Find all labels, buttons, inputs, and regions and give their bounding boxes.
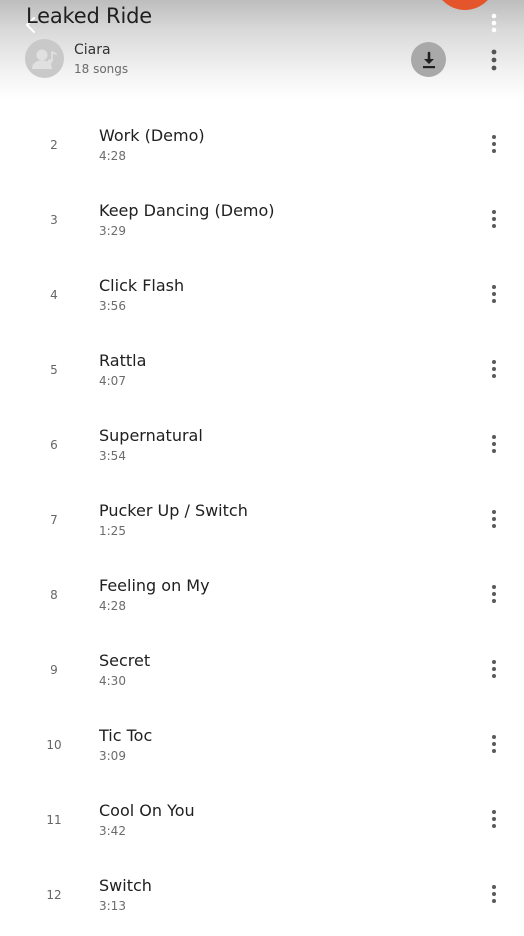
track-menu-button[interactable] bbox=[482, 804, 506, 834]
play-fab[interactable] bbox=[434, 0, 496, 10]
more-vert-icon bbox=[492, 885, 496, 903]
track-list: 2 Work (Demo) 4:28 3 Keep Dancing (Demo)… bbox=[0, 106, 524, 931]
track-row[interactable]: 12 Switch 3:13 bbox=[0, 856, 524, 931]
track-row[interactable]: 3 Keep Dancing (Demo) 3:29 bbox=[0, 181, 524, 256]
album-screen: Leaked Ride Ciara 18 songs 2 Work (Demo)… bbox=[0, 0, 524, 936]
track-row[interactable]: 11 Cool On You 3:42 bbox=[0, 781, 524, 856]
more-vert-icon[interactable] bbox=[488, 12, 500, 34]
album-title: Leaked Ride bbox=[26, 4, 152, 28]
track-duration: 3:13 bbox=[99, 899, 126, 913]
track-duration: 1:25 bbox=[99, 524, 126, 538]
download-icon bbox=[422, 51, 435, 68]
artist-avatar[interactable] bbox=[25, 39, 64, 78]
track-duration: 3:09 bbox=[99, 749, 126, 763]
artist-placeholder-icon bbox=[32, 49, 57, 69]
track-duration: 3:54 bbox=[99, 449, 126, 463]
track-row[interactable]: 10 Tic Toc 3:09 bbox=[0, 706, 524, 781]
more-vert-icon bbox=[492, 435, 496, 453]
track-row[interactable]: 2 Work (Demo) 4:28 bbox=[0, 106, 524, 181]
more-vert-icon bbox=[492, 285, 496, 303]
track-duration: 3:29 bbox=[99, 224, 126, 238]
track-row[interactable]: 6 Supernatural 3:54 bbox=[0, 406, 524, 481]
more-vert-icon bbox=[492, 135, 496, 153]
album-menu-button[interactable] bbox=[482, 45, 506, 75]
track-number: 7 bbox=[50, 513, 58, 527]
more-vert-icon bbox=[492, 510, 496, 528]
track-number: 2 bbox=[50, 138, 58, 152]
track-duration: 4:28 bbox=[99, 149, 126, 163]
track-title: Feeling on My bbox=[99, 576, 210, 595]
track-menu-button[interactable] bbox=[482, 429, 506, 459]
track-title: Supernatural bbox=[99, 426, 203, 445]
track-menu-button[interactable] bbox=[482, 204, 506, 234]
track-number: 4 bbox=[50, 288, 58, 302]
track-title: Keep Dancing (Demo) bbox=[99, 201, 275, 220]
track-row[interactable]: 9 Secret 4:30 bbox=[0, 631, 524, 706]
track-title: Switch bbox=[99, 876, 152, 895]
track-duration: 4:07 bbox=[99, 374, 126, 388]
track-number: 11 bbox=[46, 813, 62, 827]
track-row[interactable]: 7 Pucker Up / Switch 1:25 bbox=[0, 481, 524, 556]
track-number: 3 bbox=[50, 213, 58, 227]
artist-name[interactable]: Ciara bbox=[74, 42, 111, 58]
track-menu-button[interactable] bbox=[482, 879, 506, 909]
track-row[interactable]: 8 Feeling on My 4:28 bbox=[0, 556, 524, 631]
track-title: Cool On You bbox=[99, 801, 195, 820]
track-number: 6 bbox=[50, 438, 58, 452]
track-title: Click Flash bbox=[99, 276, 185, 295]
track-duration: 3:56 bbox=[99, 299, 126, 313]
more-vert-icon bbox=[492, 735, 496, 753]
track-menu-button[interactable] bbox=[482, 129, 506, 159]
track-menu-button[interactable] bbox=[482, 579, 506, 609]
track-number: 5 bbox=[50, 363, 58, 377]
track-duration: 3:42 bbox=[99, 824, 126, 838]
download-button[interactable] bbox=[411, 42, 446, 77]
more-vert-icon bbox=[492, 585, 496, 603]
track-menu-button[interactable] bbox=[482, 729, 506, 759]
track-menu-button[interactable] bbox=[482, 654, 506, 684]
track-title: Rattla bbox=[99, 351, 147, 370]
track-title: Tic Toc bbox=[99, 726, 153, 745]
track-title: Pucker Up / Switch bbox=[99, 501, 248, 520]
more-vert-icon bbox=[492, 360, 496, 378]
track-title: Secret bbox=[99, 651, 151, 670]
track-number: 9 bbox=[50, 663, 58, 677]
track-number: 12 bbox=[46, 888, 62, 902]
more-vert-icon bbox=[492, 210, 496, 228]
more-vert-icon bbox=[492, 810, 496, 828]
track-row[interactable]: 5 Rattla 4:07 bbox=[0, 331, 524, 406]
track-duration: 4:28 bbox=[99, 599, 126, 613]
song-count: 18 songs bbox=[74, 62, 129, 76]
album-header: Leaked Ride Ciara 18 songs bbox=[0, 0, 524, 100]
track-menu-button[interactable] bbox=[482, 279, 506, 309]
more-vert-icon bbox=[492, 660, 496, 678]
track-duration: 4:30 bbox=[99, 674, 126, 688]
track-row[interactable]: 4 Click Flash 3:56 bbox=[0, 256, 524, 331]
track-number: 10 bbox=[46, 738, 62, 752]
track-menu-button[interactable] bbox=[482, 354, 506, 384]
track-title: Work (Demo) bbox=[99, 126, 205, 145]
more-vert-icon bbox=[491, 49, 497, 71]
track-menu-button[interactable] bbox=[482, 504, 506, 534]
track-number: 8 bbox=[50, 588, 58, 602]
